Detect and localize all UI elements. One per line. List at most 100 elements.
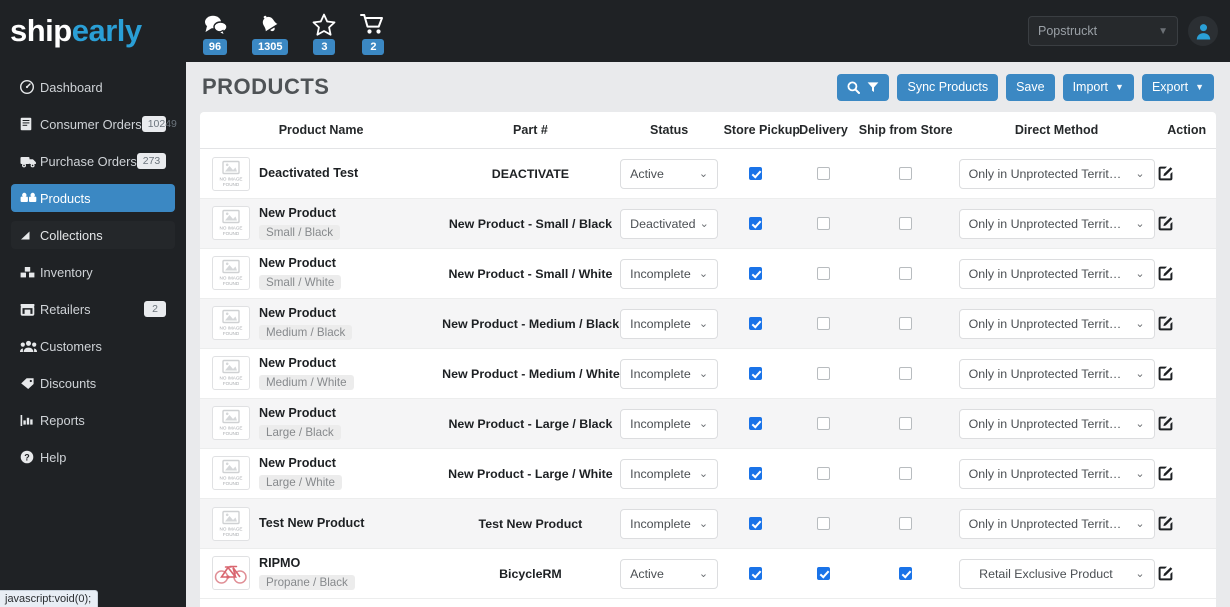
store-pickup-checkbox[interactable] [749, 267, 763, 280]
ship-from-store-checkbox[interactable] [898, 467, 912, 480]
sidebar-item-discounts[interactable]: Discounts [11, 369, 175, 397]
edit-product-icon[interactable] [1157, 465, 1216, 482]
sidebar-item-customers[interactable]: Customers [11, 332, 175, 360]
brand-logo[interactable]: shipearly [0, 13, 186, 49]
cell-action[interactable] [1157, 148, 1216, 199]
export-label: Export [1151, 80, 1189, 94]
sidebar-item-dashboard[interactable]: Dashboard [11, 73, 175, 101]
status-select[interactable]: Incomplete ⌄ [620, 308, 719, 339]
store-pickup-checkbox[interactable] [749, 367, 763, 380]
status-select-value: Incomplete [630, 416, 691, 431]
organization-select[interactable]: Popstruckt ▼ [1028, 16, 1178, 46]
store-pickup-checkbox[interactable] [749, 517, 763, 530]
ship-from-store-checkbox[interactable] [898, 567, 912, 580]
status-select[interactable]: Deactivated ⌄ [620, 208, 719, 239]
save-button[interactable]: Save [1006, 73, 1055, 101]
cell-ship-from-store [854, 298, 956, 349]
store-pickup-checkbox[interactable] [749, 567, 763, 580]
sync-products-button[interactable]: Sync Products [897, 73, 999, 101]
ship-from-store-checkbox[interactable] [898, 367, 912, 380]
export-button[interactable]: Export ▼ [1141, 73, 1214, 101]
cell-action[interactable] [1157, 448, 1216, 499]
delivery-checkbox[interactable] [817, 367, 830, 380]
cell-action[interactable] [1157, 348, 1216, 399]
favorites-button[interactable]: 3 [312, 13, 336, 56]
direct-method-select[interactable]: Only in Unprotected Territories ⌄ [958, 458, 1155, 489]
edit-product-icon[interactable] [1157, 265, 1216, 282]
direct-method-select[interactable]: Only in Unprotected Territories ⌄ [958, 308, 1155, 339]
cell-store-pickup [719, 148, 793, 199]
cart-button[interactable]: 2 [360, 13, 386, 56]
edit-product-icon[interactable] [1157, 165, 1216, 182]
delivery-checkbox[interactable] [817, 567, 830, 580]
notifications-button[interactable]: 1305 [252, 13, 289, 56]
column-header-delivery[interactable]: Delivery [792, 112, 855, 149]
sidebar-item-products[interactable]: Products [11, 184, 175, 212]
cell-action[interactable] [1157, 198, 1216, 249]
cell-action[interactable] [1157, 498, 1216, 549]
messages-button[interactable]: 96 [202, 13, 228, 56]
sidebar-item-collections[interactable]: Collections [11, 221, 175, 249]
svg-text:FOUND: FOUND [223, 331, 240, 336]
ship-from-store-checkbox[interactable] [898, 317, 912, 330]
column-header-status[interactable]: Status [618, 112, 720, 149]
status-select[interactable]: Incomplete ⌄ [620, 508, 719, 539]
cell-action[interactable] [1157, 398, 1216, 449]
status-select[interactable]: Incomplete ⌄ [620, 408, 719, 439]
delivery-checkbox[interactable] [817, 267, 830, 280]
status-select[interactable]: Active ⌄ [620, 158, 719, 189]
sidebar-item-purchase-orders[interactable]: Purchase Orders 273 [11, 147, 175, 175]
direct-method-select[interactable]: Only in Unprotected Territories ⌄ [958, 208, 1155, 239]
cell-status: Active ⌄ [618, 548, 720, 599]
store-pickup-checkbox[interactable] [749, 417, 763, 430]
delivery-checkbox[interactable] [817, 217, 830, 230]
user-avatar[interactable] [1188, 16, 1218, 46]
sidebar-item-consumer-orders[interactable]: Consumer Orders 10249 [11, 110, 177, 138]
ship-from-store-checkbox[interactable] [898, 167, 912, 180]
delivery-checkbox[interactable] [817, 317, 830, 330]
status-select[interactable]: Incomplete ⌄ [620, 458, 719, 489]
direct-method-select[interactable]: Only in Unprotected Territories ⌄ [958, 408, 1155, 439]
sidebar-item-reports[interactable]: Reports [11, 406, 175, 434]
column-header-direct-method[interactable]: Direct Method [955, 112, 1158, 149]
ship-from-store-checkbox[interactable] [898, 267, 912, 280]
delivery-checkbox[interactable] [817, 517, 830, 530]
direct-method-select[interactable]: Only in Unprotected Territories ⌄ [958, 358, 1155, 389]
edit-product-icon[interactable] [1157, 415, 1216, 432]
direct-method-select[interactable]: Only in Unprotected Territories ⌄ [958, 158, 1155, 189]
edit-product-icon[interactable] [1157, 315, 1216, 332]
delivery-checkbox[interactable] [817, 417, 830, 430]
cell-action[interactable] [1157, 248, 1216, 299]
edit-product-icon[interactable] [1157, 365, 1216, 382]
direct-method-select[interactable]: Only in Unprotected Territories ⌄ [958, 258, 1155, 289]
column-header-store-pickup[interactable]: Store Pickup [719, 112, 800, 149]
edit-product-icon[interactable] [1157, 515, 1216, 532]
ship-from-store-checkbox[interactable] [898, 217, 912, 230]
search-filter-button[interactable] [837, 73, 890, 101]
edit-product-icon[interactable] [1157, 565, 1216, 582]
cell-action[interactable] [1157, 548, 1216, 599]
store-pickup-checkbox[interactable] [749, 467, 763, 480]
store-pickup-checkbox[interactable] [749, 317, 763, 330]
delivery-checkbox[interactable] [817, 167, 830, 180]
column-header-product-name[interactable]: Product Name [200, 112, 443, 149]
status-select[interactable]: Incomplete ⌄ [620, 358, 719, 389]
status-select[interactable]: Incomplete ⌄ [620, 258, 719, 289]
column-header-part-number[interactable]: Part # [442, 112, 619, 149]
cell-action[interactable] [1157, 298, 1216, 349]
sidebar-item-help[interactable]: ? Help [11, 443, 175, 471]
status-select[interactable]: Active ⌄ [620, 558, 719, 589]
direct-method-select[interactable]: Retail Exclusive Product ⌄ [958, 558, 1155, 589]
ship-from-store-checkbox[interactable] [898, 517, 912, 530]
sidebar-item-inventory[interactable]: Inventory [11, 258, 175, 286]
sidebar-item-retailers[interactable]: Retailers 2 [11, 295, 175, 323]
store-pickup-checkbox[interactable] [749, 167, 763, 180]
delivery-checkbox[interactable] [817, 467, 830, 480]
column-header-ship-from-store[interactable]: Ship from Store [854, 112, 956, 149]
edit-product-icon[interactable] [1157, 215, 1216, 232]
import-button[interactable]: Import ▼ [1062, 73, 1134, 101]
direct-method-select[interactable]: Only in Unprotected Territories ⌄ [958, 508, 1155, 539]
store-pickup-checkbox[interactable] [749, 217, 763, 230]
ship-from-store-checkbox[interactable] [898, 417, 912, 430]
import-label: Import [1072, 80, 1109, 94]
